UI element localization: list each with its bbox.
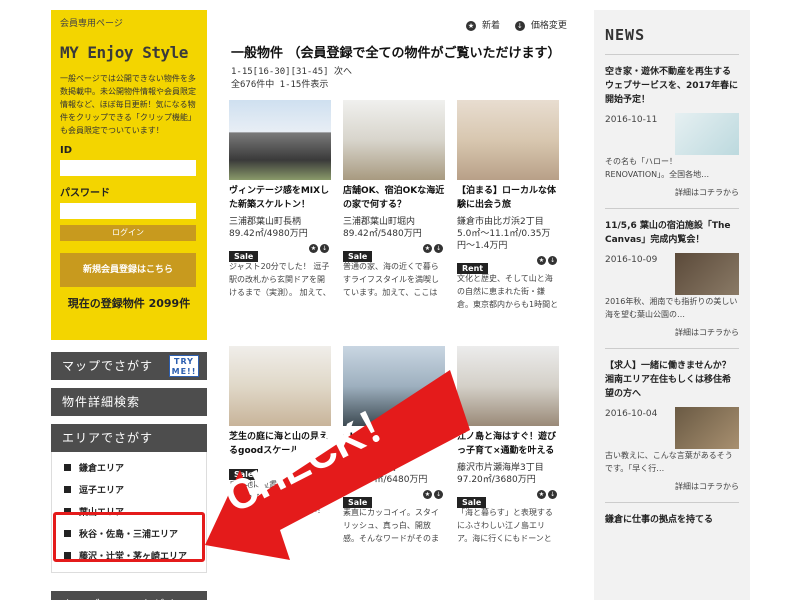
property-photo[interactable]: [343, 346, 445, 426]
property-card[interactable]: ヴィンテージ感をMIXした新築スケルトン！ 三浦郡葉山町長柄 89.42㎡/49…: [229, 100, 331, 300]
area-search-header: エリアでさがす: [51, 424, 207, 452]
detail-search-button[interactable]: 物件詳細検索: [51, 388, 207, 416]
status-badge: Sale: [229, 469, 259, 480]
status-badge: Rent: [457, 263, 489, 274]
news-sidebar: NEWS 空き家・遊休不動産を再生するウェブサービスを、2017年春に開始予定！…: [594, 10, 750, 600]
news-item[interactable]: 11/5,6 葉山の宿泊施設「The Canvas」完成内覧会！ 2016-10…: [605, 208, 739, 338]
star-icon: ★: [309, 244, 318, 253]
star-icon: ★: [423, 244, 432, 253]
id-label: ID: [60, 145, 73, 156]
password-input[interactable]: [60, 203, 196, 219]
member-title: MY Enjoy Style: [60, 43, 188, 62]
news-more-link[interactable]: 詳細はコチラから: [605, 187, 739, 198]
star-icon: ★: [309, 462, 318, 471]
price-down-icon: ↓: [434, 244, 443, 253]
id-input[interactable]: [60, 160, 196, 176]
try-me-badge[interactable]: TRY ME!!: [169, 355, 199, 377]
price-down-icon: ↓: [320, 462, 329, 471]
property-photo[interactable]: [229, 100, 331, 180]
news-more-link[interactable]: 詳細はコチラから: [605, 327, 739, 338]
news-item[interactable]: 【求人】一緒に働きませんか？湘南エリア在住もしくは移住希望の方へ 2016-10…: [605, 348, 739, 492]
status-badge: Sale: [343, 497, 373, 508]
news-item[interactable]: 空き家・遊休不動産を再生するウェブサービスを、2017年春に開始予定！ 2016…: [605, 54, 739, 198]
login-button[interactable]: ログイン: [60, 225, 196, 241]
property-photo[interactable]: [229, 346, 331, 426]
star-icon: ★: [423, 490, 432, 499]
pager-count: 全676件中 1-15件表示: [231, 80, 329, 90]
news-item[interactable]: 鎌倉に仕事の拠点を持てる: [605, 502, 739, 527]
pager-links[interactable]: 1-15[16-30][31-45] 次へ: [231, 66, 352, 79]
star-icon: ★: [466, 20, 476, 31]
news-thumbnail[interactable]: [675, 253, 739, 295]
pager: 1-15[16-30][31-45] 次へ 全676件中 1-15件表示: [231, 66, 352, 92]
property-card[interactable]: CHECK！ 海が見えるデザイン 横須賀市秋谷 101.67㎡/6480万円 S…: [343, 346, 445, 546]
property-card[interactable]: 芝生の庭に海と山の見えるgoodスケール Sale ★ ↓ 丘陵地に位置するからこそ…: [229, 346, 331, 518]
status-badge: Sale: [229, 251, 259, 262]
property-photo[interactable]: [457, 100, 559, 180]
password-label: パスワード: [60, 188, 110, 199]
registered-count: 現在の登録物件 2099件: [67, 297, 191, 310]
news-thumbnail[interactable]: [675, 407, 739, 449]
member-subtitle: 会員専用ページ: [60, 19, 123, 29]
news-more-link[interactable]: 詳細はコチラから: [605, 481, 739, 492]
area-item[interactable]: 逗子エリア: [64, 480, 206, 502]
price-down-icon: ↓: [514, 20, 525, 31]
member-panel: 会員専用ページ MY Enjoy Style 一般ページでは公開できない物件を多…: [51, 10, 207, 340]
register-button[interactable]: 新規会員登録はこちら: [60, 253, 196, 287]
highlight-box: [53, 512, 205, 562]
property-card[interactable]: 【泊まる】ローカルな体験に出会う旅 鎌倉市由比ガ浜2丁目 5.0㎡〜11.1㎡/…: [457, 100, 559, 312]
price-down-icon: ↓: [320, 244, 329, 253]
star-icon: ★: [537, 256, 546, 265]
square-bullet-icon: [64, 486, 71, 493]
category-search-button[interactable]: カテゴリーでさがす: [51, 591, 207, 600]
square-bullet-icon: [64, 464, 71, 471]
star-icon: ★: [537, 490, 546, 499]
legend-icons: ★ 新着 ↓ 価格変更: [466, 20, 567, 31]
news-heading: NEWS: [605, 26, 646, 44]
price-down-icon: ↓: [548, 256, 557, 265]
property-photo[interactable]: [343, 100, 445, 180]
property-card[interactable]: 店舗OK、宿泊OKな海近の家で何する？ 三浦郡葉山町堀内 89.42㎡/5480…: [343, 100, 445, 300]
map-search-button[interactable]: マップでさがす TRY ME!!: [51, 352, 207, 380]
section-title: 一般物件 （会員登録で全ての物件がご覧いただけます）: [231, 46, 561, 61]
property-card[interactable]: 江ノ島と海はすぐ！遊びっ子育て×通勤を叶える 藤沢市片瀬海岸3丁目 97.20㎡…: [457, 346, 559, 546]
status-badge: Sale: [343, 251, 373, 262]
price-down-icon: ↓: [434, 490, 443, 499]
member-description: 一般ページでは公開できない物件を多数掲載中。未公開物件情報や会員限定情報など、ほ…: [60, 74, 196, 135]
news-thumbnail[interactable]: [675, 113, 739, 155]
price-down-icon: ↓: [548, 490, 557, 499]
status-badge: Sale: [457, 497, 487, 508]
property-photo[interactable]: [457, 346, 559, 426]
map-search-label: マップでさがす: [62, 359, 154, 373]
area-item[interactable]: 鎌倉エリア: [64, 458, 206, 480]
